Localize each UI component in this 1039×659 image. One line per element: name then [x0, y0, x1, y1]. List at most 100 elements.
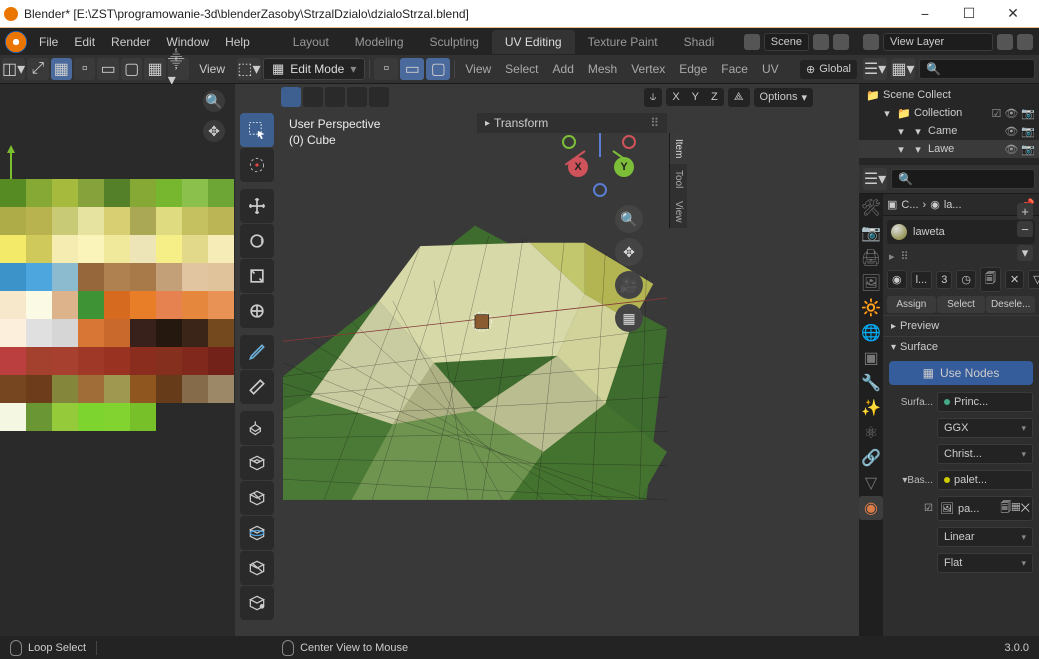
palette-cell[interactable] — [0, 207, 26, 235]
tool-select-box[interactable] — [240, 113, 274, 147]
outliner-row[interactable]: ▾▾Came👁📷 — [859, 122, 1039, 140]
pan-icon[interactable]: ✥ — [203, 120, 225, 142]
tool-polybuild[interactable] — [240, 586, 274, 620]
zoom-icon[interactable]: 🔍 — [615, 205, 643, 233]
select-box-icon[interactable] — [281, 87, 301, 107]
material-slot[interactable]: laweta + − ▾ — [887, 220, 1035, 244]
palette-cell[interactable] — [78, 179, 104, 207]
palette-cell[interactable] — [156, 375, 182, 403]
assign-button[interactable]: Assign — [887, 296, 936, 313]
subsurface-method[interactable]: Christ...▾ — [937, 444, 1033, 464]
ptab-render-icon[interactable]: 📷 — [859, 221, 883, 245]
palette-cell[interactable] — [182, 403, 208, 431]
palette-cell[interactable] — [78, 375, 104, 403]
persp-icon[interactable]: ▦ — [615, 304, 643, 332]
palette-cell[interactable] — [0, 263, 26, 291]
viewlayer-icon[interactable] — [863, 34, 879, 50]
tab-shading[interactable]: Shadi — [671, 30, 728, 54]
tool-bevel[interactable] — [240, 481, 274, 515]
edge-select-icon[interactable]: ▭ — [400, 58, 424, 80]
ptab-output-icon[interactable]: 🖨 — [859, 246, 883, 270]
palette-cell[interactable] — [182, 347, 208, 375]
select-intersect-icon[interactable] — [369, 87, 389, 107]
menu-window[interactable]: Window — [158, 35, 217, 49]
palette-grid[interactable] — [0, 179, 235, 431]
ptab-viewlayer-icon[interactable]: 🖼 — [859, 271, 883, 295]
blender-logo-icon[interactable] — [5, 31, 27, 53]
panel-surface[interactable]: ▾Surface — [883, 336, 1039, 357]
palette-cell[interactable] — [182, 375, 208, 403]
ptab-object-icon[interactable]: ▣ — [859, 346, 883, 370]
use-nodes-button[interactable]: ▦Use Nodes — [889, 361, 1033, 385]
palette-cell[interactable] — [104, 319, 130, 347]
zoom-icon[interactable]: 🔍 — [203, 90, 225, 112]
palette-cell[interactable] — [0, 291, 26, 319]
palette-cell[interactable] — [0, 319, 26, 347]
ptab-particles-icon[interactable]: ✨ — [859, 396, 883, 420]
viewport-view[interactable]: View — [459, 62, 497, 76]
add-slot-button[interactable]: + — [1017, 203, 1033, 219]
props-breadcrumb[interactable]: ▣C...›◉la... 📌 — [883, 194, 1039, 216]
uv-selmode-vertex-icon[interactable]: ▫ — [74, 58, 95, 80]
palette-cell[interactable] — [208, 403, 234, 431]
ptab-modifier-icon[interactable]: 🔧 — [859, 371, 883, 395]
camera-icon[interactable]: 🎥 — [615, 271, 643, 299]
outliner-type-icon[interactable]: ☰▾ — [863, 58, 887, 80]
palette-cell[interactable] — [182, 319, 208, 347]
viewport-add[interactable]: Add — [547, 62, 580, 76]
ptab-constraints-icon[interactable]: 🔗 — [859, 446, 883, 470]
tab-texturepaint[interactable]: Texture Paint — [575, 30, 671, 54]
palette-cell[interactable] — [0, 347, 26, 375]
tool-loopcut[interactable] — [240, 516, 274, 550]
palette-cell[interactable] — [26, 235, 52, 263]
palette-cell[interactable] — [208, 235, 234, 263]
tool-measure[interactable] — [240, 370, 274, 404]
palette-cell[interactable] — [156, 319, 182, 347]
palette-cell[interactable] — [156, 179, 182, 207]
remove-slot-button[interactable]: − — [1017, 221, 1033, 237]
palette-cell[interactable] — [0, 375, 26, 403]
menu-file[interactable]: File — [31, 35, 66, 49]
palette-cell[interactable] — [104, 207, 130, 235]
palette-cell[interactable] — [52, 403, 78, 431]
tool-cursor[interactable] — [240, 148, 274, 182]
palette-cell[interactable] — [208, 291, 234, 319]
uv-sync-icon[interactable]: ▦ — [51, 58, 72, 80]
palette-cell[interactable] — [78, 347, 104, 375]
palette-cell[interactable] — [130, 347, 156, 375]
ptab-scene-icon[interactable]: 🔆 — [859, 296, 883, 320]
menu-help[interactable]: Help — [217, 35, 258, 49]
palette-cell[interactable] — [156, 235, 182, 263]
interp[interactable]: Linear▾ — [937, 527, 1033, 547]
tool-transform[interactable] — [240, 294, 274, 328]
outliner-row[interactable]: ▾📁Collection☑👁📷 — [859, 104, 1039, 122]
uv-snap-icon[interactable]: ⸎▾ — [168, 58, 189, 80]
palette-cell[interactable] — [26, 207, 52, 235]
uv-view-menu[interactable]: View — [191, 58, 233, 80]
tab-modeling[interactable]: Modeling — [342, 30, 417, 54]
scene-copy-icon[interactable] — [813, 34, 829, 50]
slot-menu-button[interactable]: ▾ — [1017, 245, 1033, 261]
palette-cell[interactable] — [156, 263, 182, 291]
ntab-item[interactable]: Item — [669, 133, 687, 164]
editor-type-icon[interactable]: ◫▾ — [2, 58, 25, 80]
viewport-edge[interactable]: Edge — [673, 62, 713, 76]
tool-rotate[interactable] — [240, 224, 274, 258]
palette-cell[interactable] — [78, 319, 104, 347]
ntab-tool[interactable]: Tool — [669, 164, 687, 194]
palette-cell[interactable] — [104, 347, 130, 375]
ptab-data-icon[interactable]: ▽ — [859, 471, 883, 495]
palette-cell[interactable] — [182, 291, 208, 319]
palette-cell[interactable] — [130, 179, 156, 207]
tool-move[interactable] — [240, 189, 274, 223]
palette-cell[interactable] — [26, 263, 52, 291]
deselect-button[interactable]: Desele... — [986, 296, 1035, 313]
window-close[interactable]: ✕ — [991, 1, 1035, 27]
select-subtract-icon[interactable] — [325, 87, 345, 107]
outliner-display-icon[interactable]: ▦▾ — [891, 58, 915, 80]
viewport-select[interactable]: Select — [499, 62, 544, 76]
palette-cell[interactable] — [182, 179, 208, 207]
object-mode-selector[interactable]: ▦Edit Mode▾ — [263, 58, 365, 80]
palette-cell[interactable] — [26, 179, 52, 207]
palette-cell[interactable] — [130, 291, 156, 319]
